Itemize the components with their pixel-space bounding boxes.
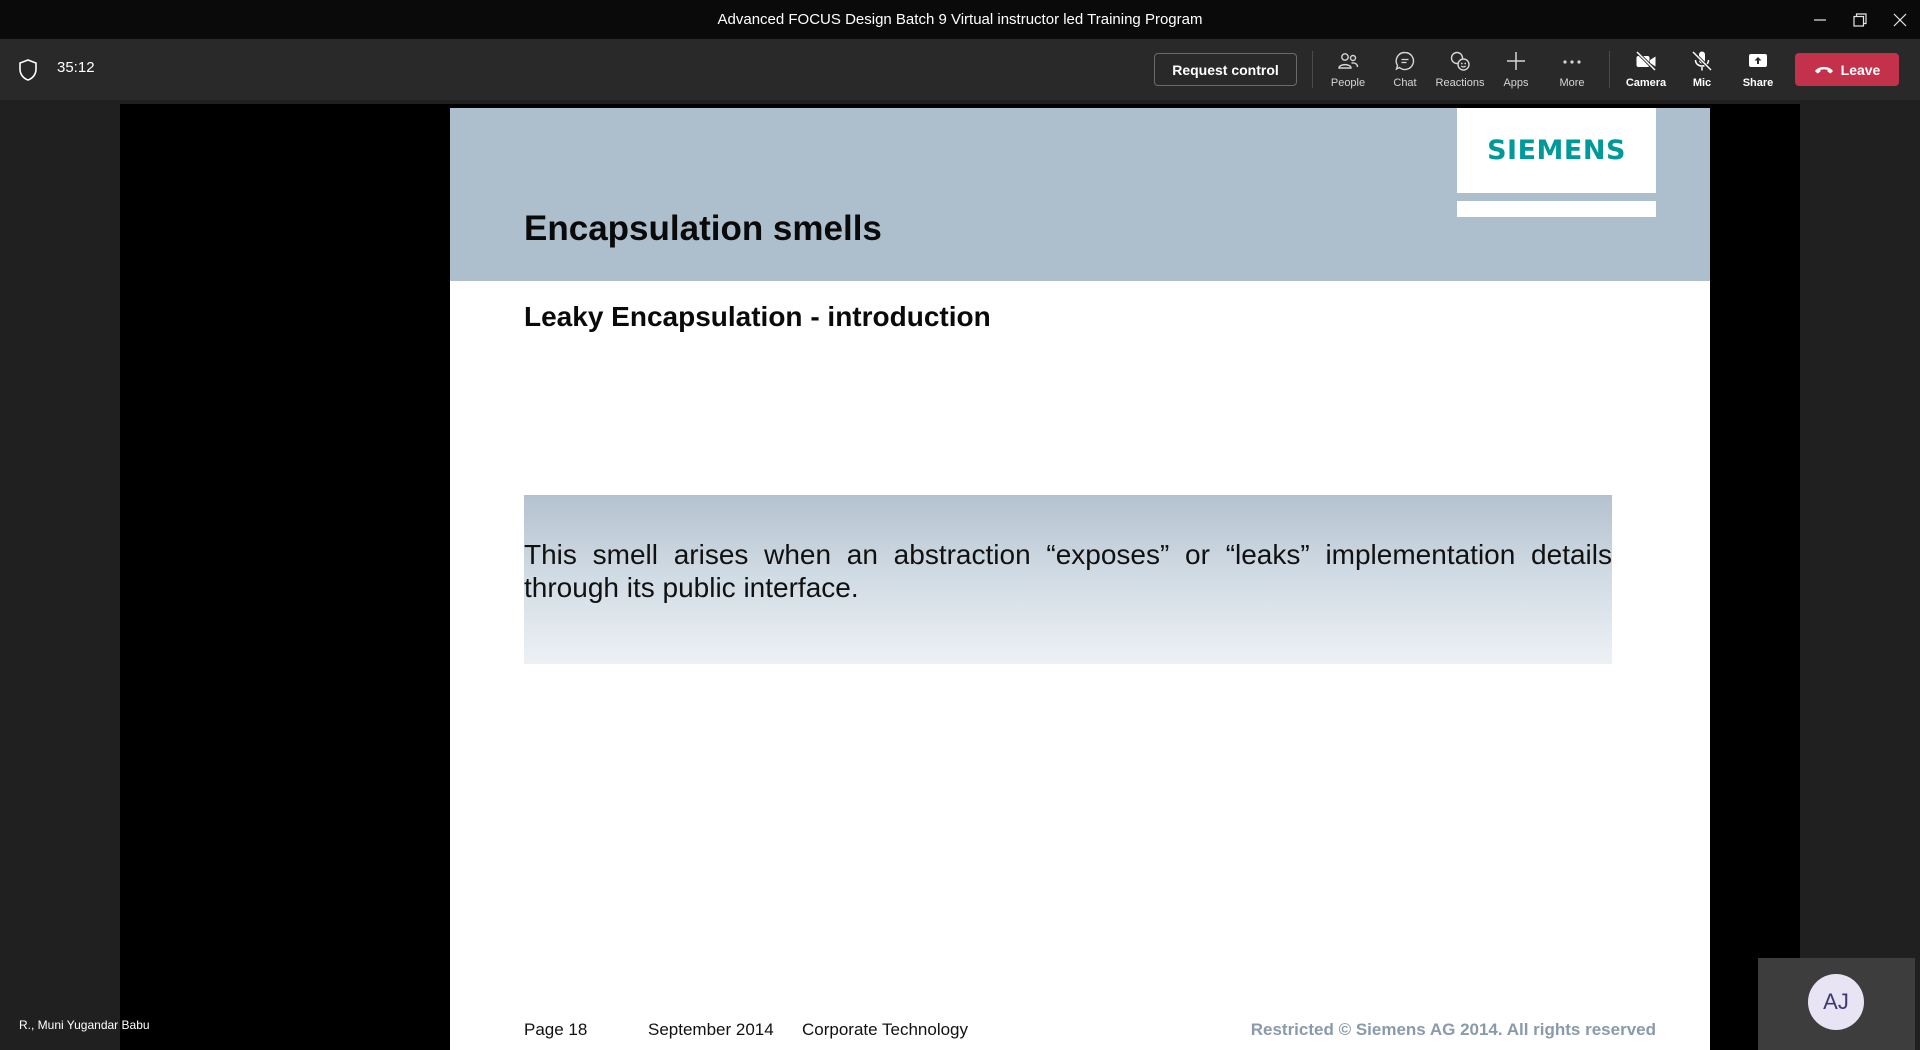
reactions-label: Reactions [1435, 77, 1485, 89]
close-button[interactable] [1877, 0, 1920, 39]
chat-button[interactable]: Chat [1377, 47, 1433, 95]
window-title-bar: Advanced FOCUS Design Batch 9 Virtual in… [0, 0, 1920, 39]
apps-button[interactable]: Apps [1488, 47, 1544, 95]
mic-label: Mic [1692, 77, 1712, 89]
people-button[interactable]: People [1320, 47, 1376, 95]
callout-text: This smell arises when an abstraction “e… [524, 539, 1612, 603]
camera-off-icon [1635, 50, 1657, 72]
meeting-toolbar: 35:12 Request control People Chat Reacti… [0, 39, 1920, 100]
page-number: Page 18 [524, 1020, 588, 1039]
definition-callout: This smell arises when an abstraction “e… [524, 495, 1612, 664]
hang-up-icon [1814, 66, 1833, 73]
reactions-button[interactable]: Reactions [1432, 47, 1488, 95]
close-icon [1893, 13, 1907, 26]
apps-label: Apps [1503, 77, 1529, 89]
shield-icon [19, 59, 37, 81]
more-icon [1563, 60, 1581, 64]
people-icon [1338, 53, 1359, 69]
share-icon [1749, 54, 1767, 67]
request-control-button[interactable]: Request control [1154, 53, 1297, 86]
plus-icon [1507, 52, 1525, 70]
meeting-stage: SIEMENS Encapsulation smells Leaky Encap… [0, 100, 1920, 1050]
self-view-tile[interactable]: AJ [1758, 958, 1915, 1050]
footer-copyright: Restricted © Siemens AG 2014. All rights… [1250, 1020, 1656, 1039]
toolbar-divider [1312, 51, 1313, 88]
presenter-name: R., Muni Yugandar Babu [19, 1018, 150, 1032]
shared-screen: SIEMENS Encapsulation smells Leaky Encap… [120, 104, 1800, 1050]
slide-subtitle: Leaky Encapsulation - introduction [524, 301, 991, 332]
leave-label: Leave [1840, 61, 1881, 78]
avatar: AJ [1808, 974, 1864, 1030]
share-button[interactable]: Share [1730, 47, 1786, 95]
minimize-icon [1814, 18, 1826, 21]
camera-button[interactable]: Camera [1618, 47, 1674, 95]
presentation-slide: SIEMENS Encapsulation smells Leaky Encap… [450, 108, 1710, 1050]
mic-button[interactable]: Mic [1674, 47, 1730, 95]
restore-icon [1853, 12, 1867, 27]
chat-icon [1395, 51, 1415, 71]
logo-text: SIEMENS [1487, 135, 1626, 166]
more-label: More [1559, 77, 1585, 89]
toolbar-divider [1609, 51, 1610, 88]
company-logo: SIEMENS [1457, 108, 1656, 193]
camera-label: Camera [1625, 77, 1667, 89]
reactions-icon [1450, 51, 1470, 71]
share-label: Share [1742, 77, 1774, 89]
footer-department: Corporate Technology [802, 1020, 969, 1039]
footer-date: September 2014 [648, 1020, 774, 1039]
slide-title: Encapsulation smells [524, 209, 882, 248]
chat-label: Chat [1393, 77, 1417, 89]
more-button[interactable]: More [1544, 47, 1600, 95]
mic-off-icon [1691, 50, 1713, 72]
people-label: People [1330, 77, 1366, 89]
meeting-timer: 35:12 [57, 59, 95, 76]
leave-button[interactable]: Leave [1795, 53, 1899, 86]
window-title: Advanced FOCUS Design Batch 9 Virtual in… [717, 11, 1203, 28]
logo-underline [1457, 201, 1656, 217]
